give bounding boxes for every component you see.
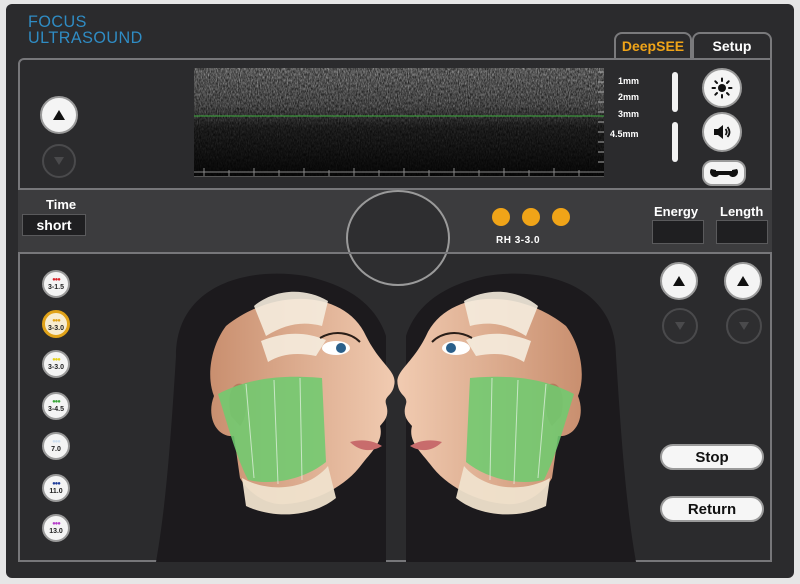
return-button[interactable]: Return [660, 496, 764, 522]
energy-up-button[interactable] [660, 262, 698, 300]
cartridge-button[interactable]: ●●● 11.0 [42, 474, 70, 502]
cartridge-label: 11.0 [49, 488, 63, 495]
ultrasound-image [194, 68, 604, 177]
depth-label-3mm: 3mm [618, 109, 640, 119]
brand-logo: FOCUS ULTRASOUND [28, 13, 143, 47]
speaker-icon [714, 125, 731, 139]
cartridge-label: 3-4.5 [48, 406, 64, 413]
cartridge-label: 13.0 [49, 528, 63, 535]
cartridge-color-dots: ●●● [52, 439, 61, 445]
length-up-button[interactable] [724, 262, 762, 300]
volume-slider[interactable] [672, 122, 678, 162]
arrow-up-icon [737, 276, 749, 286]
status-dot-3 [552, 208, 570, 226]
left-face [156, 273, 395, 562]
brightness-button[interactable] [702, 68, 742, 108]
cartridge-button[interactable]: ●●● 3-4.5 [42, 392, 70, 420]
cartridge-label: 7.0 [51, 446, 61, 453]
right-face [397, 273, 636, 562]
brand-line-2: ULTRASOUND [28, 28, 143, 47]
status-dot-1 [492, 208, 510, 226]
arrow-up-icon [673, 276, 685, 286]
status-dot-2 [522, 208, 540, 226]
stop-button[interactable]: Stop [660, 444, 764, 470]
cartridge-button[interactable]: ●●● 3-3.0 [42, 310, 70, 338]
length-down-button[interactable] [726, 308, 762, 344]
cartridge-label: 3-3.0 [48, 364, 64, 371]
depth-up-button[interactable] [40, 96, 78, 134]
cartridge-button[interactable]: ●●● 3-3.0 [42, 350, 70, 378]
cartridge-color-dots: ●●● [52, 481, 61, 487]
time-value[interactable]: short [22, 214, 86, 236]
tab-deepsee[interactable]: DeepSEE [614, 32, 692, 58]
cartridge-button[interactable]: ●●● 7.0 [42, 432, 70, 460]
app-window: FOCUS ULTRASOUND DeepSEE Setup 1mm 2mm 3… [6, 4, 794, 578]
depth-label-2mm: 2mm [618, 92, 640, 102]
face-treatment-map [156, 273, 636, 562]
cartridge-indicator: RH 3-3.0 [496, 235, 541, 246]
cartridge-color-dots: ●●● [52, 277, 61, 283]
arrow-down-icon [54, 157, 64, 165]
cartridge-color-dots: ●●● [52, 521, 61, 527]
arrow-up-icon [53, 110, 65, 120]
energy-label: Energy [654, 204, 699, 219]
depth-label-4-5mm: 4.5mm [610, 129, 639, 139]
arrow-down-icon [675, 322, 685, 330]
cartridge-color-dots: ●●● [52, 357, 61, 363]
cartridge-color-dots: ●●● [52, 399, 61, 405]
time-label: Time [46, 197, 77, 212]
cartridge-button[interactable]: ●●● 13.0 [42, 514, 70, 542]
cartridge-color-dots: ●●● [52, 318, 61, 324]
arrow-down-icon [739, 322, 749, 330]
cartridge-label: 3-3.0 [48, 325, 64, 332]
length-label: Length [720, 204, 764, 219]
ultrasound-scan-graphic [194, 68, 604, 176]
energy-value[interactable] [652, 220, 704, 244]
energy-down-button[interactable] [662, 308, 698, 344]
length-value[interactable] [716, 220, 768, 244]
depth-label-1mm: 1mm [618, 76, 640, 86]
brightness-slider[interactable] [672, 72, 678, 112]
cartridge-label: 3-1.5 [48, 284, 64, 291]
volume-button[interactable] [702, 112, 742, 152]
cartridge-button[interactable]: ●●● 3-1.5 [42, 270, 70, 298]
settings-button[interactable] [702, 160, 746, 186]
depth-down-button[interactable] [42, 144, 76, 178]
sun-icon [711, 77, 733, 99]
wrench-icon [710, 169, 739, 178]
tab-setup[interactable]: Setup [692, 32, 772, 58]
